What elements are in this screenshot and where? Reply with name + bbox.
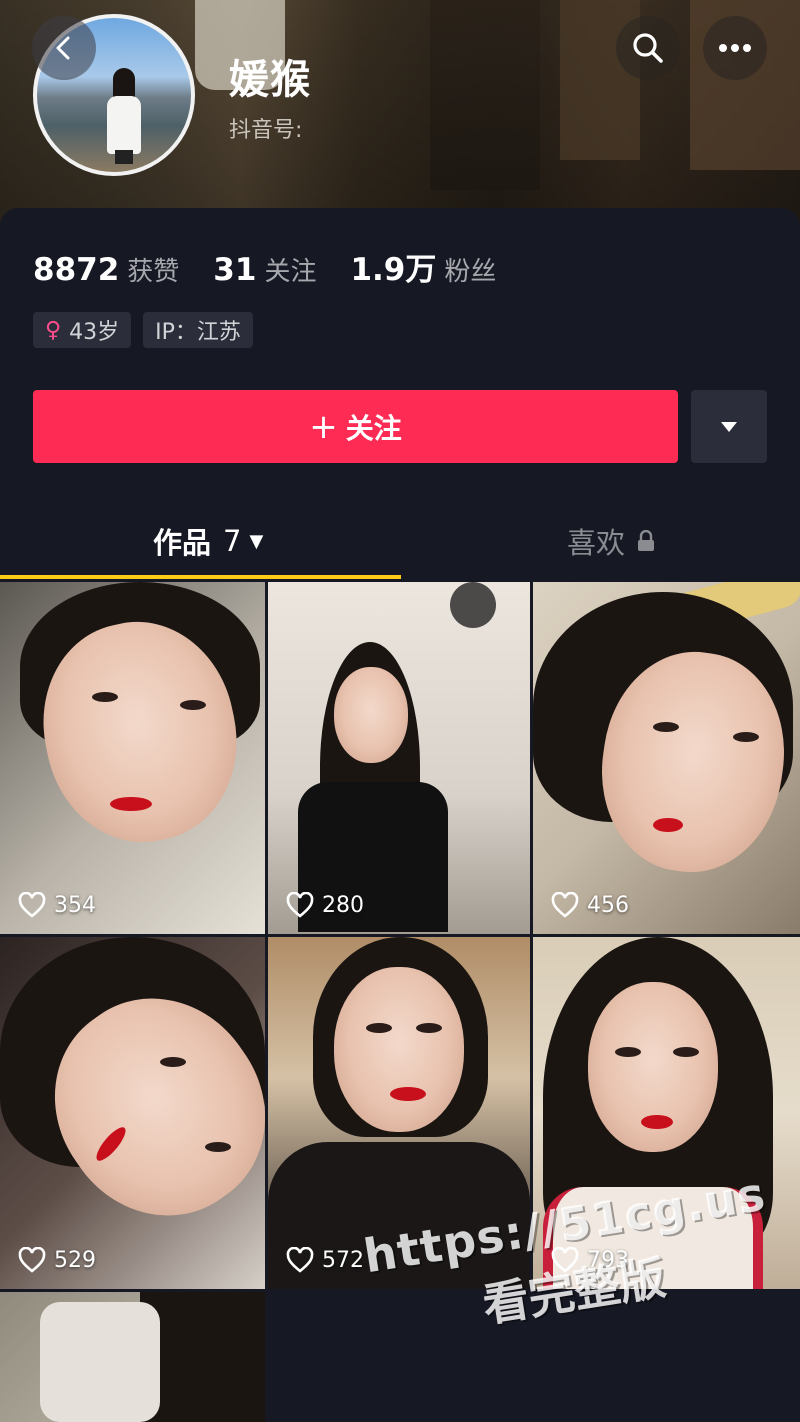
stat-value: 8872 (33, 252, 120, 288)
like-count-text: 572 (322, 1247, 364, 1273)
active-tab-indicator (0, 575, 401, 579)
tab-works-count: 7 (223, 524, 242, 558)
heart-icon (286, 1247, 314, 1273)
like-count: 572 (286, 1247, 364, 1273)
heart-icon (286, 892, 314, 918)
like-count: 456 (551, 892, 629, 918)
stat-value: 1.9万 (350, 252, 437, 288)
like-count: 354 (18, 892, 96, 918)
like-count-text: 529 (54, 1247, 96, 1273)
stat-followers[interactable]: 1.9万 粉丝 (350, 244, 496, 289)
tab-likes[interactable]: 喜欢 (567, 508, 655, 574)
follow-button[interactable]: + 关注 (33, 390, 678, 463)
heart-icon (18, 892, 46, 918)
stat-label: 关注 (264, 257, 317, 287)
stat-label: 粉丝 (444, 257, 497, 287)
douyin-id[interactable]: 抖音号: (229, 112, 302, 144)
ip-text: IP：江苏 (155, 320, 241, 345)
plus-icon: + (309, 406, 338, 447)
tab-likes-label: 喜欢 (567, 526, 626, 560)
profile-page: 媛猴 抖音号: 8872 获赞 31 关注 1.9万 粉丝 ♀ 43岁 IP：江… (0, 0, 800, 1422)
stat-following[interactable]: 31 关注 (213, 251, 316, 288)
thumbnail-decoration (40, 1302, 160, 1422)
avatar-figure (107, 68, 141, 164)
video-thumbnail[interactable]: 354 (0, 582, 265, 934)
search-icon (633, 33, 663, 63)
age-text: 43岁 (69, 320, 120, 345)
follow-label: 关注 (345, 411, 402, 445)
more-horizontal-icon (719, 44, 751, 52)
stat-likes[interactable]: 8872 获赞 (33, 251, 179, 288)
age-tag: ♀ 43岁 (33, 312, 132, 348)
back-button[interactable] (32, 16, 96, 80)
search-button[interactable] (616, 16, 680, 80)
profile-nickname: 媛猴 (229, 57, 311, 103)
video-thumbnail[interactable]: 456 (533, 582, 800, 934)
profile-tabs: 作品 7 ▼ 喜欢 (0, 508, 800, 582)
heart-icon (18, 1247, 46, 1273)
like-count-text: 280 (322, 892, 364, 918)
ip-tag: IP：江苏 (143, 312, 253, 348)
heart-icon (551, 892, 579, 918)
more-button[interactable] (703, 16, 767, 80)
stat-label: 获赞 (127, 257, 180, 287)
tab-works-label: 作品 (153, 526, 212, 560)
video-thumbnail[interactable]: 280 (268, 582, 530, 934)
stat-value: 31 (213, 252, 257, 288)
caret-down-icon: ▼ (249, 530, 264, 552)
lock-icon (638, 530, 655, 551)
recommend-dropdown-button[interactable] (691, 390, 767, 463)
caret-down-icon (721, 421, 737, 432)
video-thumbnail[interactable]: 529 (0, 937, 265, 1289)
video-thumbnail[interactable] (0, 1292, 265, 1422)
wall-clock (450, 582, 496, 628)
female-icon: ♀ (45, 317, 62, 343)
like-count-text: 354 (54, 892, 96, 918)
like-count-text: 456 (587, 892, 629, 918)
profile-tags: ♀ 43岁 IP：江苏 (33, 312, 265, 348)
stats-row: 8872 获赞 31 关注 1.9万 粉丝 (33, 244, 530, 289)
tab-works[interactable]: 作品 7 ▼ (153, 508, 263, 574)
chevron-left-icon (56, 36, 70, 60)
like-count: 280 (286, 892, 364, 918)
banner-decoration (430, 0, 540, 190)
like-count: 529 (18, 1247, 96, 1273)
